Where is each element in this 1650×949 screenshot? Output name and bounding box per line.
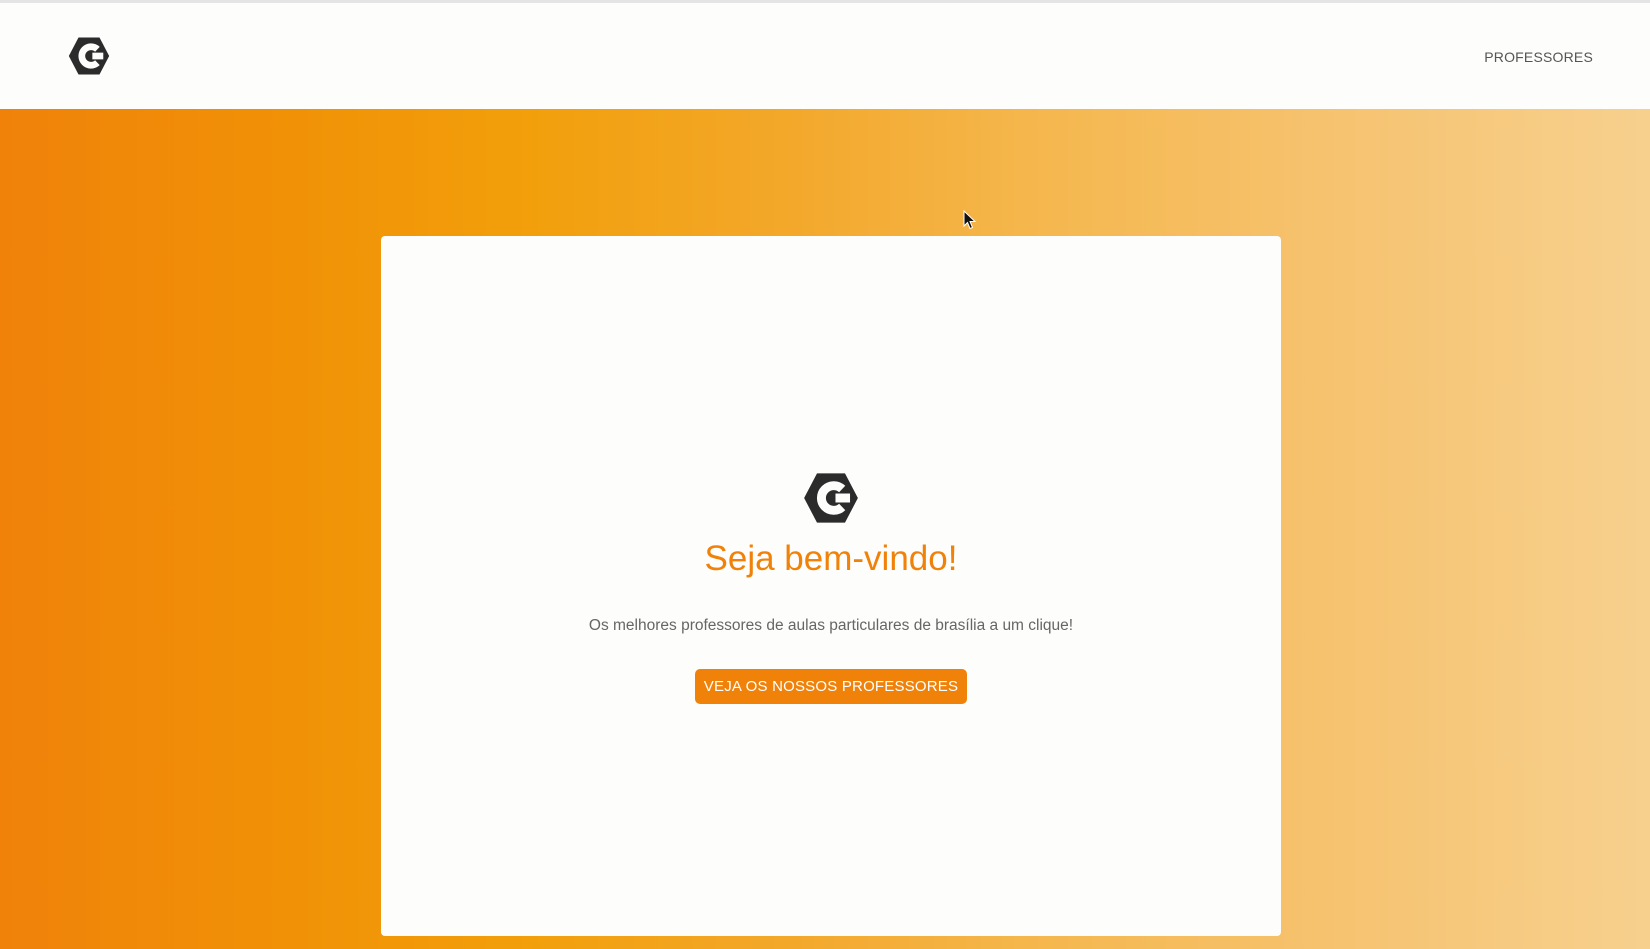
logo-icon (804, 473, 858, 523)
nav-link-professores[interactable]: PROFESSORES (1484, 49, 1593, 65)
see-professors-button[interactable]: VEJA OS NOSSOS PROFESSORES (695, 669, 967, 704)
welcome-subtitle: Os melhores professores de aulas particu… (588, 617, 1074, 634)
logo-icon[interactable] (68, 35, 110, 77)
welcome-card: Seja bem-vindo! Os melhores professores … (381, 236, 1281, 936)
mouse-cursor-icon (963, 210, 977, 230)
welcome-title: Seja bem-vindo! (704, 539, 958, 578)
site-header: PROFESSORES (0, 3, 1650, 109)
